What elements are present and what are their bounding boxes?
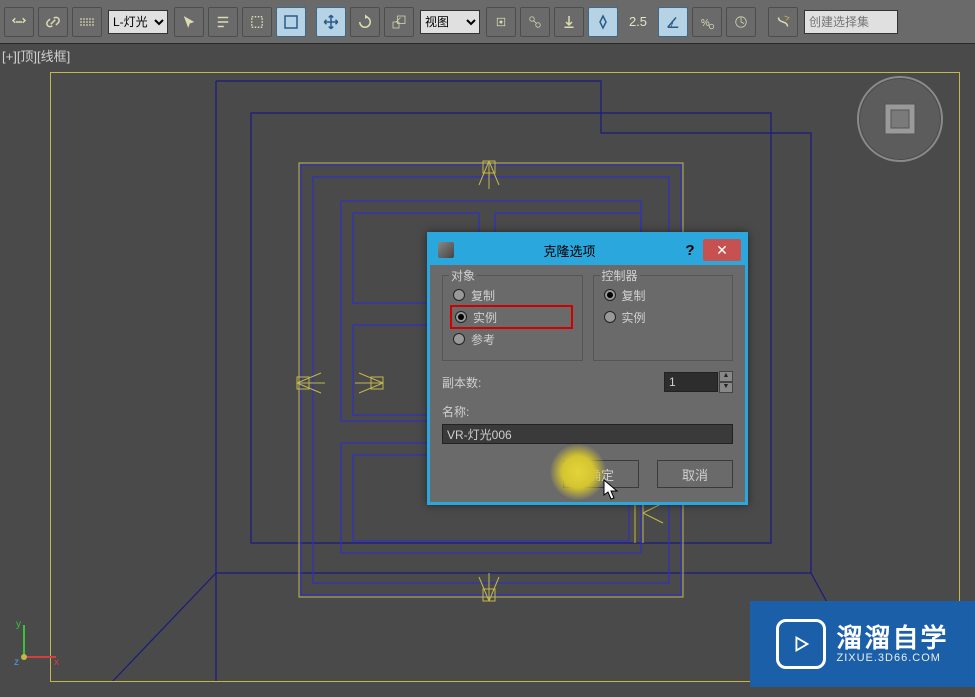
reference-coord-select[interactable]: 视图 [420, 10, 480, 34]
copies-row: 副本数: ▲ ▼ [442, 371, 733, 393]
selection-region-rect-icon[interactable] [242, 7, 272, 37]
named-selection-edit-icon[interactable] [768, 7, 798, 37]
radio-object-copy[interactable]: 复制 [453, 284, 572, 306]
selection-set-input[interactable] [804, 10, 898, 34]
radio-controller-copy[interactable]: 复制 [604, 284, 723, 306]
radio-controller-instance[interactable]: 实例 [604, 306, 723, 328]
svg-text:z: z [14, 657, 19, 667]
link-icon[interactable] [38, 7, 68, 37]
watermark-logo-icon [776, 619, 826, 669]
svg-text:y: y [16, 619, 21, 630]
scale-icon[interactable] [384, 7, 414, 37]
watermark-main: 溜溜自学 [836, 624, 948, 653]
spinner-up-icon[interactable]: ▲ [719, 371, 733, 382]
copies-label: 副本数: [442, 374, 502, 391]
dialog-title: 克隆选项 [462, 241, 677, 260]
name-label: 名称: [442, 403, 733, 420]
name-input[interactable] [442, 424, 733, 444]
close-button[interactable]: ✕ [703, 239, 741, 261]
controller-group: 控制器 复制 实例 [593, 275, 734, 361]
object-group-label: 对象 [449, 267, 477, 284]
keyboard-shortcut-icon[interactable] [554, 7, 584, 37]
select-by-name-icon[interactable] [208, 7, 238, 37]
use-pivot-icon[interactable] [486, 7, 516, 37]
cancel-button[interactable]: 取消 [657, 460, 733, 488]
viewport-label[interactable]: [+][顶][线框] [2, 46, 70, 65]
viewcube[interactable] [855, 74, 945, 164]
snap-toggle-icon[interactable] [588, 7, 618, 37]
controller-group-label: 控制器 [600, 267, 640, 284]
ok-button[interactable]: 确定 [563, 460, 639, 488]
axis-gizmo: y x z [14, 617, 64, 667]
watermark: 溜溜自学 ZIXUE.3D66.COM [750, 601, 975, 687]
spinner-value[interactable] [622, 11, 654, 33]
app-icon [438, 242, 454, 258]
clone-options-dialog: 克隆选项 ? ✕ 对象 复制 实例 参考 控制器 复制 [427, 232, 748, 505]
copies-input[interactable] [664, 372, 718, 392]
percent-snap-icon[interactable]: % [692, 7, 722, 37]
select-manipulate-icon[interactable] [520, 7, 550, 37]
svg-text:%: % [701, 17, 710, 28]
select-object-icon[interactable] [174, 7, 204, 37]
radio-object-reference[interactable]: 参考 [453, 328, 572, 350]
watermark-sub: ZIXUE.3D66.COM [836, 652, 940, 664]
main-toolbar: L-灯光 视图 % [0, 0, 975, 44]
help-button[interactable]: ? [677, 242, 703, 259]
rotate-icon[interactable] [350, 7, 380, 37]
spinner-snap-icon[interactable] [726, 7, 756, 37]
window-crossing-icon[interactable] [276, 7, 306, 37]
spinner-down-icon[interactable]: ▼ [719, 382, 733, 393]
svg-text:x: x [54, 657, 59, 667]
unlink-icon[interactable] [4, 7, 34, 37]
object-group: 对象 复制 实例 参考 [442, 275, 583, 361]
layer-select[interactable]: L-灯光 [108, 10, 168, 34]
move-icon[interactable] [316, 7, 346, 37]
radio-object-instance[interactable]: 实例 [451, 306, 572, 328]
layers-icon[interactable] [72, 7, 102, 37]
angle-snap-icon[interactable] [658, 7, 688, 37]
copies-spinner[interactable]: ▲ ▼ [664, 371, 733, 393]
dialog-titlebar[interactable]: 克隆选项 ? ✕ [430, 235, 745, 265]
